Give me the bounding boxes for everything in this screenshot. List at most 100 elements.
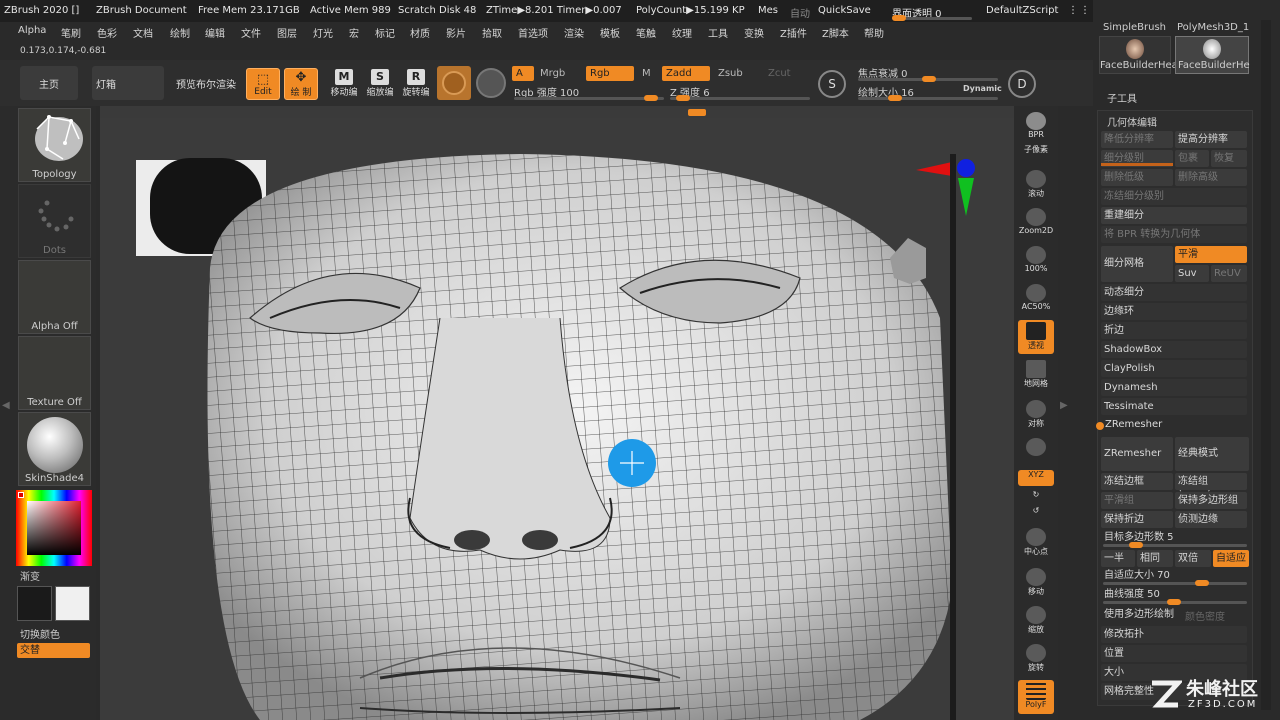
- zoom2d-button[interactable]: Zoom2D: [1018, 206, 1054, 240]
- switch-color-button[interactable]: 切换颜色: [20, 626, 60, 641]
- color-density-slider[interactable]: 颜色密度: [1185, 608, 1225, 623]
- menu-item[interactable]: Alpha: [18, 25, 46, 36]
- same-toggle[interactable]: 相同: [1137, 550, 1173, 567]
- lazy-mouse-icon[interactable]: D: [1008, 70, 1036, 98]
- menu-item[interactable]: 首选项: [518, 25, 548, 40]
- suv-toggle[interactable]: Suv: [1175, 265, 1209, 282]
- menu-item[interactable]: 笔触: [636, 25, 656, 40]
- subtool-header[interactable]: 子工具: [1107, 90, 1137, 105]
- m-toggle[interactable]: M: [638, 66, 658, 81]
- rgb-toggle[interactable]: Rgb: [586, 66, 634, 81]
- viewport-canvas[interactable]: [100, 118, 1014, 720]
- adaptive-size-track[interactable]: [1103, 580, 1247, 586]
- alpha-slot[interactable]: Alpha Off: [18, 260, 91, 334]
- alpha-toggle[interactable]: A: [512, 66, 534, 81]
- menu-item[interactable]: 拾取: [482, 25, 502, 40]
- freeze-groups-toggle[interactable]: 冻结组: [1175, 473, 1247, 490]
- menu-item[interactable]: 文档: [133, 25, 153, 40]
- rotate-view-button[interactable]: 旋转: [1018, 642, 1054, 676]
- dynamesh-item[interactable]: Dynamesh: [1101, 379, 1247, 396]
- menu-item[interactable]: 影片: [446, 25, 466, 40]
- shadowbox-item[interactable]: ShadowBox: [1101, 341, 1247, 358]
- scale-button[interactable]: S 缩放编: [362, 66, 398, 102]
- lower-res-button[interactable]: 降低分辨率: [1101, 131, 1173, 148]
- edge-loop-item[interactable]: 边缘环: [1101, 303, 1247, 320]
- menu-item[interactable]: 标记: [375, 25, 395, 40]
- rotate-button[interactable]: R 旋转编: [398, 66, 434, 102]
- higher-res-button[interactable]: 提高分辨率: [1175, 131, 1247, 148]
- mrgb-toggle[interactable]: Mrgb: [536, 66, 576, 81]
- menu-item[interactable]: 模板: [600, 25, 620, 40]
- menu-item[interactable]: 材质: [410, 25, 430, 40]
- gradient-label[interactable]: 渐变: [20, 568, 40, 583]
- adaptive-toggle[interactable]: 自适应: [1213, 550, 1249, 567]
- xyz-button[interactable]: XYZ: [1018, 470, 1054, 486]
- rotate-z-button[interactable]: ↺: [1018, 506, 1054, 522]
- zadd-toggle[interactable]: Zadd: [662, 66, 710, 81]
- bpr-button[interactable]: BPR: [1018, 110, 1054, 144]
- crease-item[interactable]: 折边: [1101, 322, 1247, 339]
- ac50-button[interactable]: AC50%: [1018, 282, 1054, 316]
- keep-creases-toggle[interactable]: 保持折边: [1101, 511, 1173, 528]
- keep-groups-toggle[interactable]: 保持多边形组: [1175, 492, 1247, 509]
- edit-button[interactable]: ⬚ Edit: [246, 68, 280, 100]
- zcut-toggle[interactable]: Zcut: [764, 66, 804, 81]
- reuv-toggle[interactable]: ReUV: [1211, 265, 1247, 282]
- subpixel-button[interactable]: 子像素: [1018, 144, 1054, 162]
- draw-button[interactable]: ✥ 绘 制: [284, 68, 318, 100]
- secondary-color-swatch[interactable]: [55, 586, 90, 621]
- menu-item[interactable]: 宏: [349, 25, 359, 40]
- zsub-toggle[interactable]: Zsub: [714, 66, 754, 81]
- rgb-intensity-slider[interactable]: [514, 95, 664, 101]
- dynamic-subdiv-item[interactable]: 动态细分: [1101, 284, 1247, 301]
- position-item[interactable]: 位置: [1101, 645, 1247, 662]
- quicksave-button[interactable]: QuickSave: [818, 5, 871, 16]
- claypolish-item[interactable]: ClayPolish: [1101, 360, 1247, 377]
- material-slot[interactable]: SkinShade4: [18, 412, 91, 486]
- menu-item[interactable]: 笔刷: [61, 25, 81, 40]
- alternate-button[interactable]: 交替: [17, 643, 90, 658]
- perspective-button[interactable]: 透视: [1018, 320, 1054, 354]
- home-button[interactable]: 主页: [20, 66, 78, 100]
- right-collapse-icon[interactable]: ▶: [1060, 400, 1068, 411]
- menu-item[interactable]: 绘制: [170, 25, 190, 40]
- facebuilder-thumb-2[interactable]: FaceBuilderHe: [1175, 36, 1250, 74]
- left-collapse-icon[interactable]: ◀: [2, 400, 10, 411]
- stroke-slot[interactable]: Dots: [18, 184, 91, 258]
- color-picker[interactable]: [16, 490, 92, 566]
- curve-strength-track[interactable]: [1103, 599, 1247, 605]
- main-color-swatch[interactable]: [17, 586, 52, 621]
- brush-alpha-icon[interactable]: [476, 68, 506, 98]
- script-label[interactable]: DefaultZScript: [986, 5, 1058, 16]
- bpr-to-geo-button[interactable]: 将 BPR 转换为几何体: [1101, 226, 1247, 243]
- brush-thumb-1-label[interactable]: SimpleBrush: [1103, 22, 1166, 33]
- color-square[interactable]: [27, 501, 81, 555]
- restore-button[interactable]: 恢复: [1211, 150, 1247, 167]
- sculptris-icon[interactable]: S: [818, 70, 846, 98]
- half-toggle[interactable]: 一半: [1101, 550, 1135, 567]
- geometry-header[interactable]: 几何体编辑: [1107, 114, 1157, 129]
- brush-slot[interactable]: Topology: [18, 108, 91, 182]
- legacy-mode-button[interactable]: 经典模式(2018): [1175, 437, 1249, 493]
- divide-button[interactable]: 细分网格: [1101, 246, 1173, 282]
- freeze-sdiv-button[interactable]: 冻结细分级别: [1101, 188, 1247, 205]
- menu-item[interactable]: 工具: [708, 25, 728, 40]
- z-intensity-slider[interactable]: [670, 95, 810, 101]
- floor-button[interactable]: 地网格: [1018, 358, 1054, 392]
- material-swatch[interactable]: [437, 66, 471, 100]
- brush-thumb-2-label[interactable]: PolyMesh3D_1: [1177, 22, 1249, 33]
- canvas-scroll-handle[interactable]: [688, 109, 706, 116]
- menu-item[interactable]: 纹理: [672, 25, 692, 40]
- double-toggle[interactable]: 双倍: [1175, 550, 1211, 567]
- menu-item[interactable]: 帮助: [864, 25, 884, 40]
- preview-render-button[interactable]: 预览布尔渲染: [170, 66, 242, 100]
- smooth-groups-slider[interactable]: 平滑组: [1101, 492, 1173, 509]
- detect-edges-toggle[interactable]: 侦测边缘: [1175, 511, 1247, 528]
- move-button[interactable]: M 移动编: [326, 66, 362, 102]
- modify-topology-item[interactable]: 修改拓扑: [1101, 626, 1247, 643]
- menu-item[interactable]: 渲染: [564, 25, 584, 40]
- menu-item[interactable]: 变换: [744, 25, 764, 40]
- menu-item[interactable]: Z脚本: [822, 25, 849, 40]
- focal-shift-slider[interactable]: [858, 76, 998, 82]
- palette-scrollbar[interactable]: [1261, 20, 1271, 710]
